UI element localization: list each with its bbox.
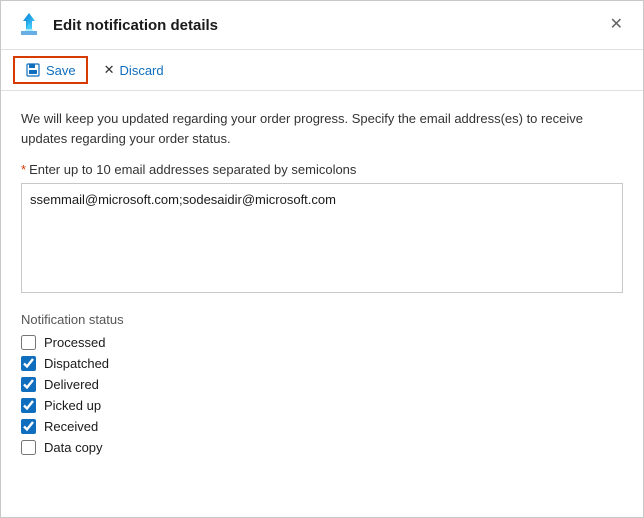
dialog-header: Edit notification details ✕ [1, 1, 643, 50]
checkbox-item-delivered: Delivered [21, 377, 623, 392]
save-label: Save [46, 63, 76, 78]
checkbox-label-delivered: Delivered [44, 377, 99, 392]
checkbox-label-dispatched: Dispatched [44, 356, 109, 371]
close-button[interactable]: ✕ [604, 15, 629, 35]
edit-notification-dialog: Edit notification details ✕ Save ✕ Disca… [0, 0, 644, 518]
checkbox-label-picked-up: Picked up [44, 398, 101, 413]
checkbox-label-received: Received [44, 419, 98, 434]
notification-status-label: Notification status [21, 312, 623, 327]
save-icon [25, 62, 41, 78]
field-label: *Enter up to 10 email addresses separate… [21, 162, 623, 177]
description-text: We will keep you updated regarding your … [21, 109, 623, 148]
checkbox-item-picked-up: Picked up [21, 398, 623, 413]
checkbox-received[interactable] [21, 419, 36, 434]
checkbox-delivered[interactable] [21, 377, 36, 392]
discard-label: Discard [120, 63, 164, 78]
checkbox-item-processed: Processed [21, 335, 623, 350]
checkbox-label-processed: Processed [44, 335, 105, 350]
checkbox-label-data-copy: Data copy [44, 440, 103, 455]
checkbox-list: Processed Dispatched Delivered Picked up Rec… [21, 335, 623, 455]
checkbox-item-data-copy: Data copy [21, 440, 623, 455]
checkbox-picked-up[interactable] [21, 398, 36, 413]
required-asterisk: * [21, 162, 26, 177]
dialog-body: We will keep you updated regarding your … [1, 91, 643, 517]
checkbox-dispatched[interactable] [21, 356, 36, 371]
dialog-title: Edit notification details [53, 17, 604, 34]
azure-icon [15, 11, 43, 39]
discard-x-icon: ✕ [104, 62, 115, 78]
checkbox-data-copy[interactable] [21, 440, 36, 455]
discard-button[interactable]: ✕ Discard [92, 56, 176, 84]
toolbar: Save ✕ Discard [1, 50, 643, 91]
checkbox-item-dispatched: Dispatched [21, 356, 623, 371]
checkbox-item-received: Received [21, 419, 623, 434]
checkbox-processed[interactable] [21, 335, 36, 350]
email-input[interactable] [21, 183, 623, 293]
save-button[interactable]: Save [13, 56, 88, 84]
